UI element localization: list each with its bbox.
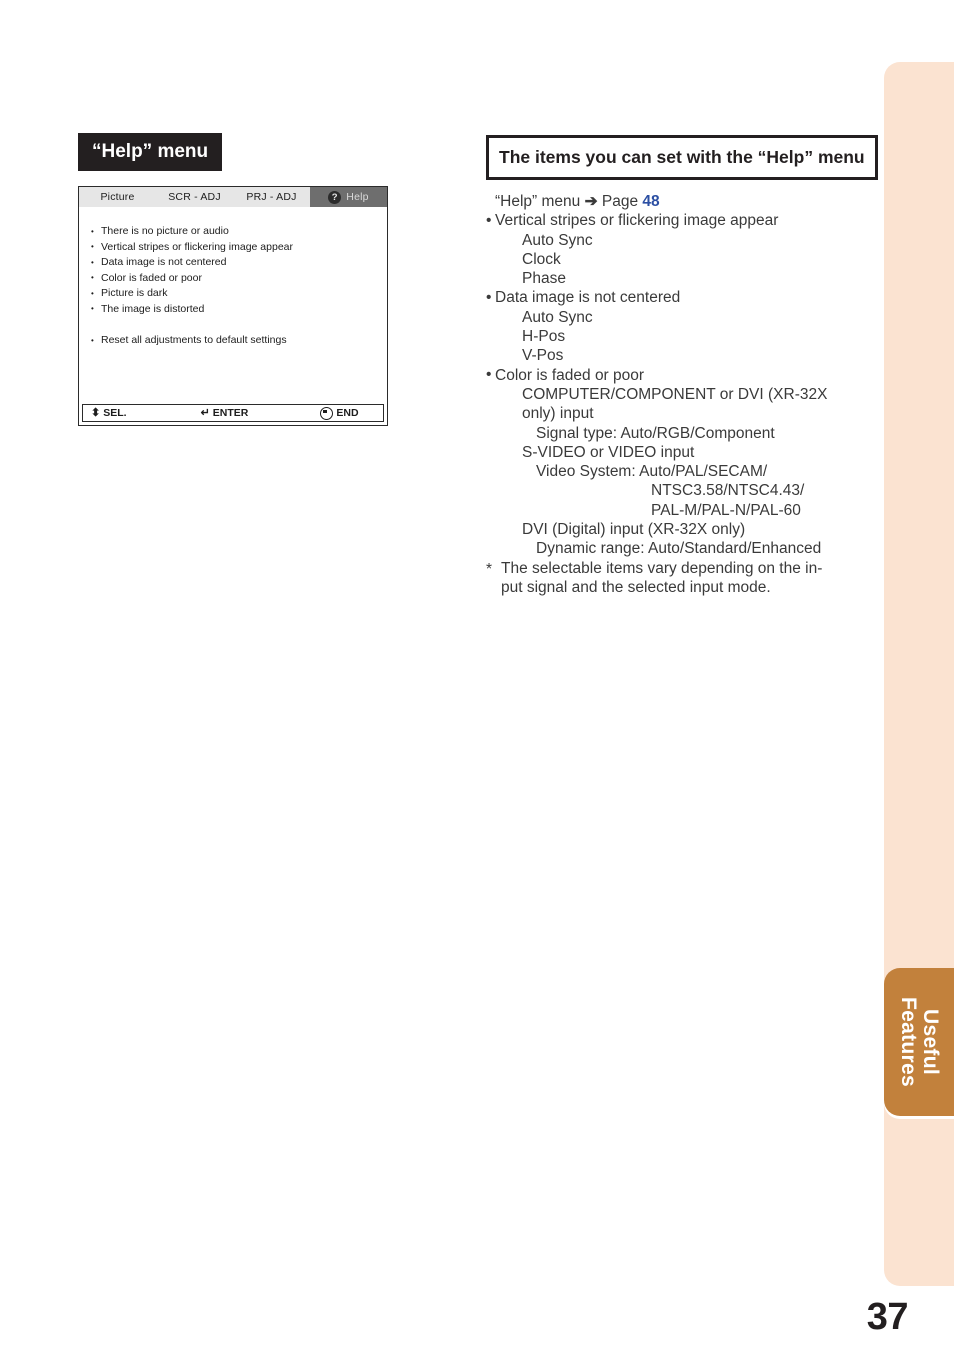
right-line: Color is faded or poor [486,365,878,385]
enter-arrow-icon: ↵ [200,406,210,419]
right-line: NTSC3.58/NTSC4.43/ [651,482,805,500]
right-line: Auto Sync [522,308,593,326]
right-heading-text: The items you can set with the “Help” me… [499,147,865,167]
osd-list-item-reset[interactable]: Reset all adjustments to default setting… [91,333,387,349]
left-column: “Help” menu [78,133,390,171]
osd-footer-bar: ⬍ SEL. ↵ ENTER END [82,404,384,422]
question-mark-icon: ? [328,190,342,204]
osd-footer-end-label: END [336,407,359,419]
osd-tab-help[interactable]: ? Help [310,187,387,207]
up-down-arrow-icon: ⬍ [91,406,101,419]
right-line: put signal and the selected input mode. [501,578,771,596]
osd-tab-scr-adj-label: SCR - ADJ [168,191,221,203]
osd-list-item[interactable]: Vertical stripes or flickering image app… [91,239,387,256]
osd-footer-enter: ↵ ENTER [201,407,249,419]
right-line: The selectable items vary depending on t… [486,559,878,580]
right-line: Phase [522,270,566,288]
section-heading-help-menu: “Help” menu [78,133,223,171]
osd-list-item[interactable]: There is no picture or audio [91,224,387,240]
right-line: V-Pos [522,347,564,365]
section-thumb-tab-label: Useful Features [897,997,942,1087]
osd-footer-sel-label: SEL. [103,407,127,419]
right-body-text: “Help” menu ➔ Page 48 Vertical stripes o… [486,192,878,597]
osd-tab-picture[interactable]: Picture [79,187,156,207]
right-arrow-icon: ➔ [584,193,598,210]
right-line: Auto Sync [522,231,593,249]
cross-reference-line: “Help” menu ➔ Page 48 [486,192,878,211]
right-line: Dynamic range: Auto/Standard/Enhanced [536,540,822,558]
right-line: PAL-M/PAL-N/PAL-60 [651,501,801,519]
osd-menu-items: There is no picture or audio Vertical st… [79,207,387,404]
right-line: S-VIDEO or VIDEO input [522,443,695,461]
right-line: Clock [522,250,561,268]
right-line: DVI (Digital) input (XR-32X only) [522,521,746,539]
osd-tab-prj-adj[interactable]: PRJ - ADJ [233,187,310,207]
osd-footer-sel: ⬍ SEL. [91,407,127,419]
right-line: Video System: Auto/PAL/SECAM/ [536,463,768,481]
right-heading-box: The items you can set with the “Help” me… [486,135,878,180]
right-line-list: Vertical stripes or flickering image app… [486,211,878,597]
right-column: The items you can set with the “Help” me… [486,135,878,597]
osd-list-spacer [91,317,387,333]
osd-tab-prj-adj-label: PRJ - ADJ [246,191,297,203]
osd-list-item[interactable]: The image is distorted [91,301,387,318]
osd-footer-enter-label: ENTER [212,407,249,419]
right-line: Data image is not centered [486,288,878,308]
right-line: only) input [522,405,594,423]
cross-reference-page-number[interactable]: 48 [642,193,659,210]
osd-tab-picture-label: Picture [100,191,135,203]
osd-footer-end: END [320,406,359,420]
cross-reference-prefix: “Help” menu [495,193,581,210]
right-line: Vertical stripes or flickering image app… [486,211,878,231]
osd-tab-help-label: Help [346,191,369,203]
osd-list-item[interactable]: Picture is dark [91,286,387,302]
osd-list-item[interactable]: Color is faded or poor [91,270,387,287]
section-thumb-tab: Useful Features [884,968,954,1116]
osd-list-item[interactable]: Data image is not centered [91,255,387,271]
right-line: Signal type: Auto/RGB/Component [536,424,775,442]
cross-reference-page-word: Page [601,193,639,210]
right-line: H-Pos [522,328,566,346]
osd-tab-scr-adj[interactable]: SCR - ADJ [156,187,233,207]
right-line: COMPUTER/COMPONENT or DVI (XR-32X [522,385,828,403]
page-number: 37 [866,1296,909,1338]
osd-tab-bar: Picture SCR - ADJ PRJ - ADJ ? Help [79,187,387,207]
osd-menu-screenshot: Picture SCR - ADJ PRJ - ADJ ? Help There… [78,186,388,426]
menu-button-icon [320,406,334,420]
